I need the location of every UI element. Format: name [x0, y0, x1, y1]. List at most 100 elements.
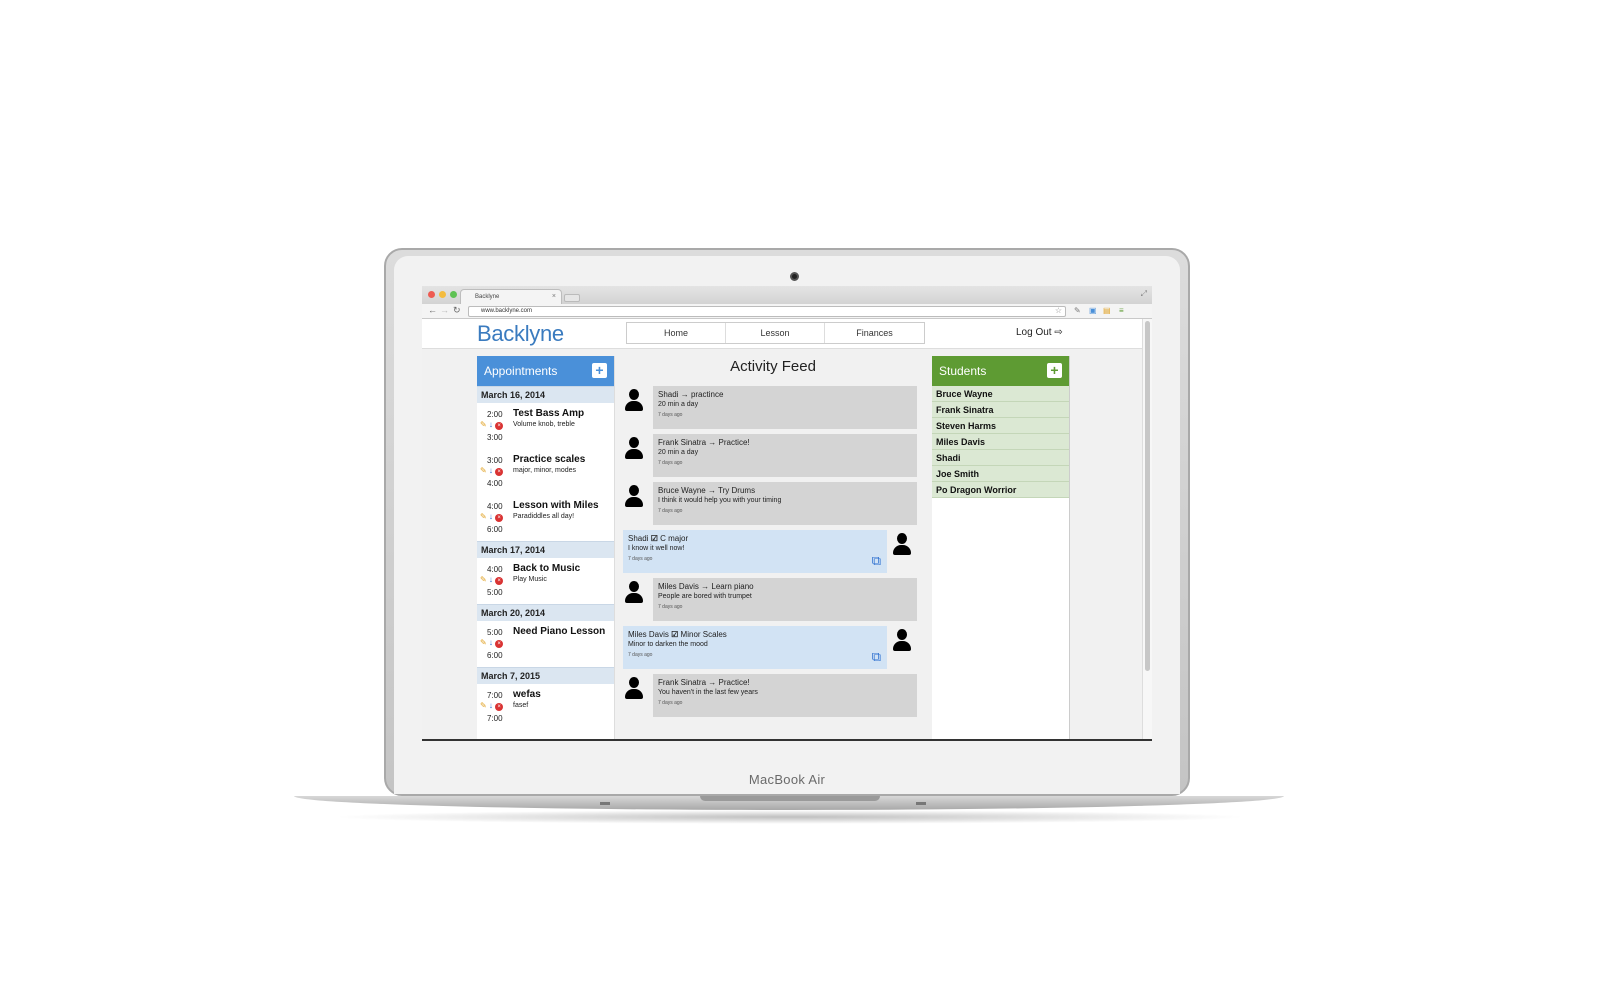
add-appointment-button[interactable]: + [592, 363, 607, 378]
appointment-item[interactable]: 3:00 Practice scales ✎ ↓ × major, minor, mo… [477, 449, 614, 495]
delete-icon[interactable]: × [495, 514, 504, 522]
appointment-item[interactable]: 4:00 Lesson with Miles ✎ ↓ × Paradiddles al… [477, 495, 614, 541]
folder-icon[interactable]: ▤ [1103, 306, 1111, 315]
extension-icon[interactable]: ▣ [1089, 306, 1097, 315]
copy-icon[interactable]: ⧉ [872, 649, 881, 665]
feed-post-bubble: Frank Sinatra → Practice! You haven't in … [653, 674, 917, 717]
activity-feed-title: Activity Feed [730, 358, 816, 375]
page-scrollbar[interactable] [1142, 319, 1152, 739]
nav-finances[interactable]: Finances [825, 323, 924, 343]
edit-icon[interactable]: ✎ [480, 512, 487, 521]
appointment-day: March 17, 2014 4:00 Back to Music ✎ ↓ × Play… [477, 541, 614, 604]
delete-icon[interactable]: × [495, 577, 504, 585]
avatar-head [629, 389, 639, 400]
appointment-start-time: 2:00 [487, 410, 503, 419]
feed-post-task: Practice! [718, 438, 750, 447]
feed-post-user[interactable]: Frank Sinatra [658, 438, 706, 447]
menu-icon[interactable]: ≡ [1119, 306, 1124, 315]
appointment-title[interactable]: Back to Music [513, 563, 580, 574]
appointment-title[interactable]: wefas [513, 689, 541, 700]
appointment-title[interactable]: Need Piano Lesson [513, 626, 605, 637]
bookmark-star-icon[interactable]: ☆ [1055, 306, 1062, 315]
feed-post-detail: People are bored with trumpet [658, 593, 752, 600]
delete-icon[interactable]: × [495, 640, 504, 648]
feed-post[interactable]: Shadi ☑ C major I know it well now! 7 days… [623, 530, 923, 578]
close-window-button[interactable] [428, 291, 435, 298]
browser-tab[interactable]: Backlyne × [460, 289, 562, 304]
edit-icon[interactable]: ✎ [480, 701, 487, 710]
zoom-window-button[interactable] [450, 291, 457, 298]
appointment-title[interactable]: Practice scales [513, 454, 585, 465]
user-avatar-icon [891, 629, 913, 653]
download-icon[interactable]: ↓ [487, 701, 495, 710]
download-icon[interactable]: ↓ [487, 420, 495, 429]
download-icon[interactable]: ↓ [487, 575, 495, 584]
back-icon[interactable]: ← [428, 305, 437, 315]
close-tab-icon[interactable]: × [552, 293, 556, 300]
appointment-title[interactable]: Lesson with Miles [513, 500, 599, 511]
feed-post-detail: 20 min a day [658, 401, 699, 408]
avatar-head [629, 437, 639, 448]
download-icon[interactable]: ↓ [487, 466, 495, 475]
feed-post[interactable]: Frank Sinatra → Practice! You haven't in … [623, 674, 923, 722]
avatar-head [897, 533, 907, 544]
copy-icon[interactable]: ⧉ [872, 553, 881, 569]
appointment-item[interactable]: 5:00 Need Piano Lesson ✎ ↓ × 6:00 [477, 621, 614, 667]
student-item[interactable]: Miles Davis [932, 434, 1069, 450]
edit-icon[interactable]: ✎ [480, 466, 487, 475]
avatar-body [625, 449, 643, 459]
feed-post-user[interactable]: Frank Sinatra [658, 678, 706, 687]
student-item[interactable]: Joe Smith [932, 466, 1069, 482]
logout-button[interactable]: Log Out ⇨ [1016, 327, 1063, 338]
eyedropper-icon[interactable]: ✎ [1074, 306, 1081, 315]
edit-icon[interactable]: ✎ [480, 638, 487, 647]
download-icon[interactable]: ↓ [487, 638, 495, 647]
reload-icon[interactable]: ↻ [453, 305, 461, 316]
avatar-body [625, 689, 643, 699]
student-item[interactable]: Bruce Wayne [932, 386, 1069, 402]
scrollbar-thumb[interactable] [1145, 321, 1150, 671]
appointment-item[interactable]: 4:00 Back to Music ✎ ↓ × Play Music 5:00 [477, 558, 614, 604]
appointment-date: March 7, 2015 [477, 667, 614, 684]
appointment-item[interactable]: 2:00 Test Bass Amp ✎ ↓ × Volume knob, trebl… [477, 403, 614, 449]
laptop-shadow [330, 810, 1250, 824]
add-student-button[interactable]: + [1047, 363, 1062, 378]
feed-post[interactable]: Miles Davis ☑ Minor Scales Minor to darke… [623, 626, 923, 674]
appointment-end-time: 4:00 [487, 479, 503, 488]
fullscreen-icon[interactable]: ⤢ [1141, 289, 1147, 299]
nav-lesson[interactable]: Lesson [726, 323, 825, 343]
feed-post-task: practince [690, 390, 724, 399]
forward-icon[interactable]: → [440, 305, 449, 315]
student-item[interactable]: Frank Sinatra [932, 402, 1069, 418]
feed-post-user[interactable]: Miles Davis [628, 630, 669, 639]
appointment-note: Paradiddles all day! [513, 513, 575, 520]
new-tab-button[interactable] [564, 294, 580, 302]
appointment-item[interactable]: 7:00 wefas ✎ ↓ × fasef 7:00 [477, 684, 614, 730]
download-icon[interactable]: ↓ [487, 512, 495, 521]
delete-icon[interactable]: × [495, 468, 504, 476]
student-item[interactable]: Po Dragon Worrior [932, 482, 1069, 498]
students-title: Students [939, 364, 987, 378]
student-item[interactable]: Shadi [932, 450, 1069, 466]
appointment-title[interactable]: Test Bass Amp [513, 408, 584, 419]
assigned-arrow-icon: → [707, 486, 716, 495]
address-bar[interactable]: www.backlyne.com ☆ [468, 306, 1066, 317]
app-logo[interactable]: Backlyne [477, 321, 564, 347]
delete-icon[interactable]: × [495, 703, 504, 711]
feed-post-task: Try Drums [718, 486, 756, 495]
feed-post[interactable]: Miles Davis → Learn piano People are bore… [623, 578, 923, 626]
feed-post-user[interactable]: Shadi [658, 390, 678, 399]
delete-icon[interactable]: × [495, 422, 504, 430]
nav-home[interactable]: Home [627, 323, 726, 343]
feed-post-user[interactable]: Shadi [628, 534, 648, 543]
minimize-window-button[interactable] [439, 291, 446, 298]
feed-post[interactable]: Shadi → practince 20 min a day 7 days ago [623, 386, 923, 434]
edit-icon[interactable]: ✎ [480, 575, 487, 584]
appointment-note: Volume knob, treble [513, 421, 575, 428]
feed-post-user[interactable]: Miles Davis [658, 582, 699, 591]
feed-post[interactable]: Bruce Wayne → Try Drums I think it would … [623, 482, 923, 530]
feed-post-user[interactable]: Bruce Wayne [658, 486, 706, 495]
edit-icon[interactable]: ✎ [480, 420, 487, 429]
feed-post[interactable]: Frank Sinatra → Practice! 20 min a day 7 d… [623, 434, 923, 482]
student-item[interactable]: Steven Harms [932, 418, 1069, 434]
